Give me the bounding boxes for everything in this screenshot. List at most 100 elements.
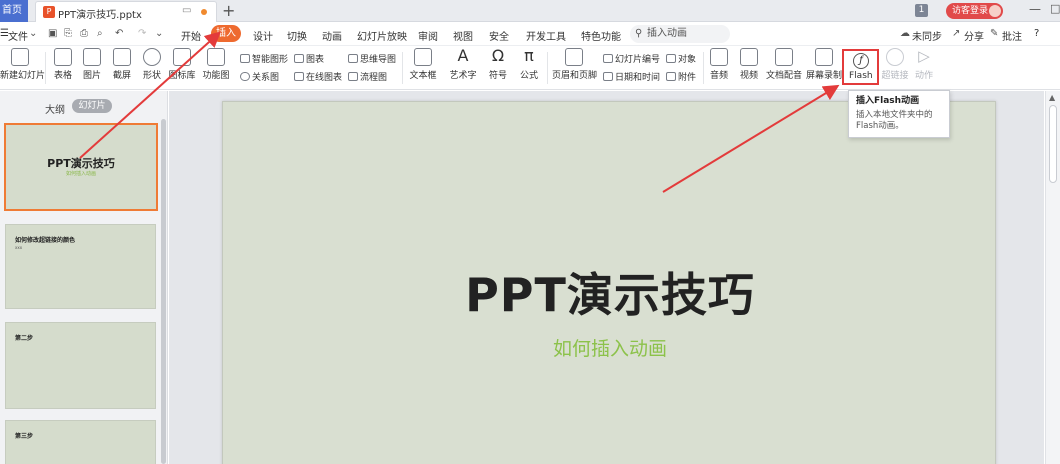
thumbnail-subtitle: 如何插入动画 <box>65 171 96 177</box>
doc-dubbing-button[interactable]: 文档配音 <box>766 48 802 81</box>
menu-file[interactable]: 文件 <box>8 28 28 43</box>
comment-icon[interactable]: ✎ <box>990 28 998 39</box>
cloud-sync-icon[interactable]: ☁ <box>900 28 910 39</box>
chart-button[interactable]: 图表 <box>294 52 324 65</box>
print-icon[interactable]: ⎙ <box>80 28 88 39</box>
symbol-button[interactable]: Ω 符号 <box>486 48 510 82</box>
scroll-up-icon[interactable]: ▲ <box>1049 93 1055 102</box>
slide-thumbnail-2[interactable]: 如何修改超链接的颜色 xxx <box>5 224 156 309</box>
slide-thumbnail-1[interactable]: PPT演示技巧 如何插入动画 <box>4 123 158 211</box>
table-icon <box>54 48 72 66</box>
menu-slideshow[interactable]: 幻灯片放映 <box>357 28 407 43</box>
slide-number-button[interactable]: 幻灯片编号 <box>603 52 660 65</box>
scrollbar-thumb[interactable] <box>1049 105 1057 183</box>
tab-slides[interactable]: 幻灯片 <box>72 99 112 113</box>
shape-button[interactable]: 形状 <box>139 48 165 81</box>
relation-icon <box>240 72 250 81</box>
customize-icon[interactable]: ⌄ <box>155 28 163 39</box>
icon-library-button[interactable]: 图标库 <box>168 48 196 81</box>
mindmap-button[interactable]: 思维导图 <box>348 52 396 65</box>
calendar-icon <box>603 72 613 81</box>
thumbnail-subtitle: xxx <box>15 245 23 250</box>
slide-canvas[interactable]: PPT演示技巧 如何插入动画 <box>222 101 996 464</box>
document-tab[interactable]: P PPT演示技巧.pptx ▭ <box>35 1 217 22</box>
tooltip-title: 插入Flash动画 <box>856 96 920 106</box>
menu-design[interactable]: 设计 <box>253 28 273 43</box>
new-slide-button[interactable]: 新建幻灯片 <box>0 48 45 81</box>
save-icon[interactable]: ▣ <box>48 28 57 39</box>
flash-icon: ƒ <box>853 53 869 69</box>
export-icon[interactable]: ⎘ <box>64 28 72 39</box>
flash-button[interactable]: ƒ Flash <box>842 49 879 85</box>
online-chart-button[interactable]: 在线图表 <box>294 70 342 83</box>
screenshot-icon <box>113 48 131 66</box>
menu-insert[interactable]: 插入 <box>211 25 241 42</box>
screenshot-button[interactable]: 截屏 <box>109 48 135 81</box>
document-tab-name: PPT演示技巧.pptx <box>58 10 142 21</box>
textbox-button[interactable]: 文本框 <box>406 48 440 81</box>
menu-developer[interactable]: 开发工具 <box>526 28 566 43</box>
comment-button[interactable]: 批注 <box>1002 28 1022 43</box>
minimize-button[interactable]: — <box>1029 2 1041 16</box>
tab-outline[interactable]: 大纲 <box>45 101 65 116</box>
object-button[interactable]: 对象 <box>666 52 696 65</box>
share-button[interactable]: 分享 <box>964 28 984 43</box>
flash-label: Flash <box>849 71 873 81</box>
attachment-button[interactable]: 附件 <box>666 70 696 83</box>
function-chart-button[interactable]: 功能图 <box>200 48 232 81</box>
monitor-icon[interactable]: ▭ <box>182 5 191 16</box>
header-footer-button[interactable]: 页眉和页脚 <box>552 48 597 81</box>
flowchart-icon <box>348 72 358 81</box>
pi-icon: π <box>524 46 534 65</box>
chevron-down-icon[interactable]: ⌄ <box>29 28 37 39</box>
object-icon <box>666 54 676 63</box>
help-button[interactable]: ? <box>1034 28 1039 39</box>
preview-icon[interactable]: ⌕ <box>97 28 103 39</box>
undo-icon[interactable]: ↶ <box>115 28 123 39</box>
search-placeholder: 插入动画 <box>647 28 687 39</box>
search-input[interactable]: ⚲ 插入动画 <box>630 25 730 43</box>
thumbnail-title: PPT演示技巧 <box>47 157 115 170</box>
menu-review[interactable]: 审阅 <box>418 28 438 43</box>
guest-login-button[interactable]: 访客登录 <box>946 3 1003 19</box>
shape-icon <box>143 48 161 66</box>
menu-animation[interactable]: 动画 <box>322 28 342 43</box>
new-tab-button[interactable]: + <box>222 1 235 21</box>
video-button[interactable]: 视频 <box>736 48 762 81</box>
datetime-button[interactable]: 日期和时间 <box>603 70 660 83</box>
unsaved-dot-icon <box>201 9 207 15</box>
menu-transition[interactable]: 切换 <box>287 28 307 43</box>
restore-button[interactable]: □ <box>1050 2 1060 15</box>
audio-button[interactable]: 音频 <box>707 48 731 81</box>
vertical-scrollbar[interactable]: ▲ <box>1045 91 1060 464</box>
divider <box>547 52 548 84</box>
home-tab[interactable]: 首页 <box>0 0 28 22</box>
slide-thumbnail-3[interactable]: 第二步 <box>5 322 156 409</box>
tooltip-description: 插入本地文件夹中的Flash动画。 <box>856 110 933 131</box>
screen-record-button[interactable]: 屏幕录制 <box>806 48 842 81</box>
menu-features[interactable]: 特色功能 <box>581 28 621 43</box>
divider <box>703 52 704 84</box>
menu-start[interactable]: 开始 <box>181 28 201 43</box>
art-text-icon: A <box>457 46 469 65</box>
function-chart-icon <box>207 48 225 66</box>
formula-button[interactable]: π 公式 <box>516 46 542 82</box>
share-icon[interactable]: ↗ <box>952 28 960 39</box>
relation-chart-button[interactable]: 关系图 <box>240 70 279 83</box>
sync-status[interactable]: 未同步 <box>912 28 942 43</box>
slide-subtitle[interactable]: 如何插入动画 <box>223 334 997 361</box>
smart-art-button[interactable]: 智能图形 <box>240 52 288 65</box>
hyperlink-button[interactable]: 超链接 <box>881 48 909 81</box>
picture-button[interactable]: 图片 <box>79 48 105 81</box>
action-button[interactable]: ▷ 动作 <box>911 48 937 81</box>
menu-security[interactable]: 安全 <box>489 28 509 43</box>
menu-view[interactable]: 视图 <box>453 28 473 43</box>
redo-icon[interactable]: ↷ <box>138 28 146 39</box>
slide-thumbnail-4[interactable]: 第三步 <box>5 420 156 464</box>
art-text-button[interactable]: A 艺术字 <box>446 46 480 82</box>
window-count-badge[interactable]: 1 <box>915 4 928 17</box>
slide-title[interactable]: PPT演示技巧 <box>223 259 997 325</box>
table-button[interactable]: 表格 <box>51 48 75 81</box>
panel-scrollbar[interactable] <box>161 119 166 464</box>
flowchart-button[interactable]: 流程图 <box>348 70 387 83</box>
